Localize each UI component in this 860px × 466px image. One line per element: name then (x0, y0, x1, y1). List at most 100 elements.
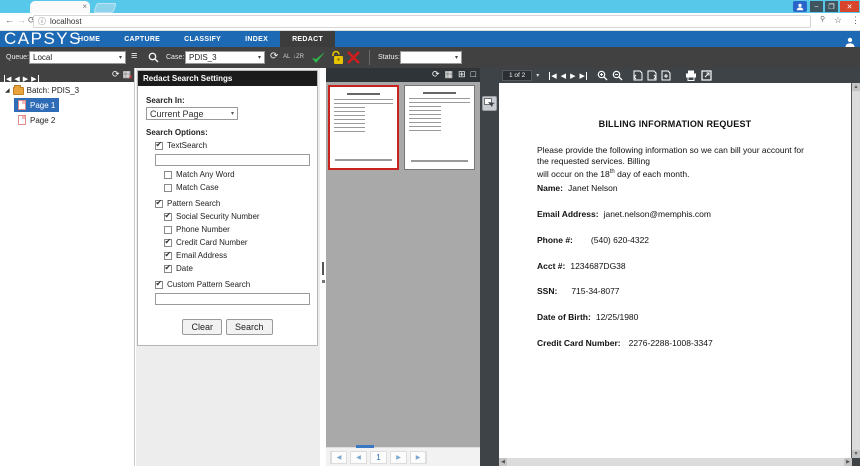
window-minimize-button[interactable]: – (810, 1, 823, 12)
page-indicator-caret-icon[interactable]: ▾ (536, 72, 539, 79)
back-icon[interactable]: ← (5, 15, 14, 25)
email-option[interactable]: Email Address (164, 251, 309, 260)
text-search-input[interactable] (155, 154, 310, 166)
scroll-right-icon[interactable]: ▶ (844, 458, 852, 466)
fit-page-icon[interactable] (661, 70, 671, 81)
match-case-checkbox[interactable] (164, 184, 172, 192)
tree-expand-icon[interactable]: ◢ (5, 87, 10, 94)
zr-sort-icon[interactable]: ↓ZR (293, 54, 304, 60)
email-checkbox[interactable] (164, 252, 172, 260)
splitter-handle[interactable] (322, 262, 324, 275)
status-select[interactable]: ▾ (400, 51, 462, 64)
al-icon[interactable]: AL (283, 54, 290, 60)
site-info-icon[interactable]: ⓘ (38, 16, 46, 27)
prev-page-icon[interactable]: ◀ (561, 72, 566, 80)
pager-current-page[interactable]: 1 (370, 451, 387, 464)
refresh-thumbnails-icon[interactable]: ⟳ (432, 69, 440, 80)
remove-batch-icon[interactable]: ▦ ✕ (122, 69, 131, 80)
first-page-icon[interactable]: ◀ (549, 72, 556, 80)
match-any-word-label: Match Any Word (176, 170, 235, 179)
nav-capture[interactable]: CAPTURE (112, 31, 172, 47)
last-page-icon[interactable]: ▶ (579, 72, 586, 80)
accept-check-icon[interactable] (311, 51, 326, 64)
pager-first-button[interactable]: ◀ (330, 451, 347, 464)
queue-select[interactable]: Local▾ (29, 51, 126, 64)
doc-field-credit-card: Credit Card Number:2276-2288-1008-3347 (537, 338, 713, 348)
print-icon[interactable] (685, 70, 697, 81)
tree-page-2[interactable]: Page 2 (14, 113, 59, 127)
rotate-left-icon[interactable] (633, 70, 643, 81)
unlock-icon[interactable] (331, 50, 344, 65)
match-any-word-option[interactable]: Match Any Word (164, 170, 309, 179)
search-in-select[interactable]: Current Page▾ (146, 107, 238, 120)
tab-close-icon[interactable]: × (82, 3, 87, 11)
list-view-icon[interactable]: ≡ (131, 50, 137, 62)
next-page-icon[interactable]: ▶ (570, 72, 575, 80)
tree-page-1[interactable]: Page 1 (14, 98, 59, 112)
pager-last-button[interactable]: ▶ (410, 451, 427, 464)
match-case-option[interactable]: Match Case (164, 183, 309, 192)
nav-classify[interactable]: CLASSIFY (172, 31, 233, 47)
refresh-case-icon[interactable]: ⟳ (270, 51, 278, 62)
url-field[interactable]: ⓘ localhost (33, 15, 811, 28)
horizontal-scrollbar[interactable]: ◀ ▶ (499, 458, 852, 466)
single-page-view-icon[interactable]: □ (471, 69, 476, 80)
scroll-down-icon[interactable]: ▼ (852, 450, 860, 458)
refresh-batch-icon[interactable]: ⟳ (112, 69, 120, 80)
forward-icon[interactable]: → (17, 15, 26, 25)
credit-card-option[interactable]: Credit Card Number (164, 238, 309, 247)
rotate-right-icon[interactable] (647, 70, 657, 81)
pager-next-button[interactable]: ▶ (390, 451, 407, 464)
case-value: PDIS_3 (189, 53, 217, 62)
custom-pattern-checkbox[interactable] (155, 281, 163, 289)
scroll-up-icon[interactable]: ▲ (852, 83, 860, 91)
grid-3x3-view-icon[interactable]: ▦ (445, 69, 454, 80)
open-new-window-icon[interactable] (701, 70, 712, 81)
search-icon[interactable] (148, 52, 159, 63)
document-page[interactable]: BILLING INFORMATION REQUEST Please provi… (499, 83, 852, 458)
thumbnail-page-2[interactable] (404, 85, 475, 170)
phone-option[interactable]: Phone Number (164, 225, 309, 234)
pattern-search-checkbox[interactable] (155, 200, 163, 208)
custom-pattern-input[interactable] (155, 293, 310, 305)
batch-root-node[interactable]: ◢ Batch: PDIS_3 (0, 84, 134, 97)
browser-tab[interactable]: × (30, 1, 90, 13)
nav-home[interactable]: HOME (66, 31, 112, 47)
profile-button[interactable] (793, 1, 807, 12)
browser-menu-icon[interactable]: ⋮ (851, 15, 860, 26)
scroll-left-icon[interactable]: ◀ (499, 458, 507, 466)
pattern-search-option[interactable]: Pattern Search (155, 199, 309, 208)
chevron-down-icon: ▾ (455, 54, 458, 61)
phone-checkbox[interactable] (164, 226, 172, 234)
custom-pattern-option[interactable]: Custom Pattern Search (155, 280, 309, 289)
match-any-word-checkbox[interactable] (164, 171, 172, 179)
textsearch-option[interactable]: TextSearch (155, 141, 309, 150)
nav-redact[interactable]: REDACT (280, 31, 335, 47)
queue-label: Queue: (6, 54, 29, 61)
date-option[interactable]: Date (164, 264, 309, 273)
credit-card-checkbox[interactable] (164, 239, 172, 247)
page-indicator[interactable]: 1 of 2 (502, 70, 532, 81)
textsearch-checkbox[interactable] (155, 142, 163, 150)
bookmark-star-icon[interactable]: ☆ (834, 15, 842, 26)
window-maximize-button[interactable]: ❐ (825, 1, 838, 12)
vertical-scrollbar[interactable]: ▲ ▼ (852, 83, 860, 458)
new-tab-button[interactable] (93, 3, 116, 13)
search-button[interactable]: Search (226, 319, 273, 335)
grid-2x2-view-icon[interactable]: ⊞ (458, 69, 466, 80)
case-select[interactable]: PDIS_3▾ (185, 51, 265, 64)
key-icon[interactable]: ⚲ (820, 15, 825, 23)
thumbnail-page-1[interactable] (328, 85, 399, 170)
zoom-out-icon[interactable] (612, 70, 623, 81)
ssn-checkbox[interactable] (164, 213, 172, 221)
clear-button[interactable]: Clear (182, 319, 222, 335)
annotation-tool-button[interactable] (482, 96, 497, 111)
zoom-in-icon[interactable] (597, 70, 608, 81)
pager-prev-button[interactable]: ◀ (350, 451, 367, 464)
reject-x-icon[interactable] (347, 51, 360, 64)
date-checkbox[interactable] (164, 265, 172, 273)
window-close-button[interactable]: ✕ (840, 1, 859, 12)
nav-index[interactable]: INDEX (233, 31, 280, 47)
ssn-option[interactable]: Social Security Number (164, 212, 309, 221)
pager-scroll-indicator[interactable] (356, 445, 374, 448)
